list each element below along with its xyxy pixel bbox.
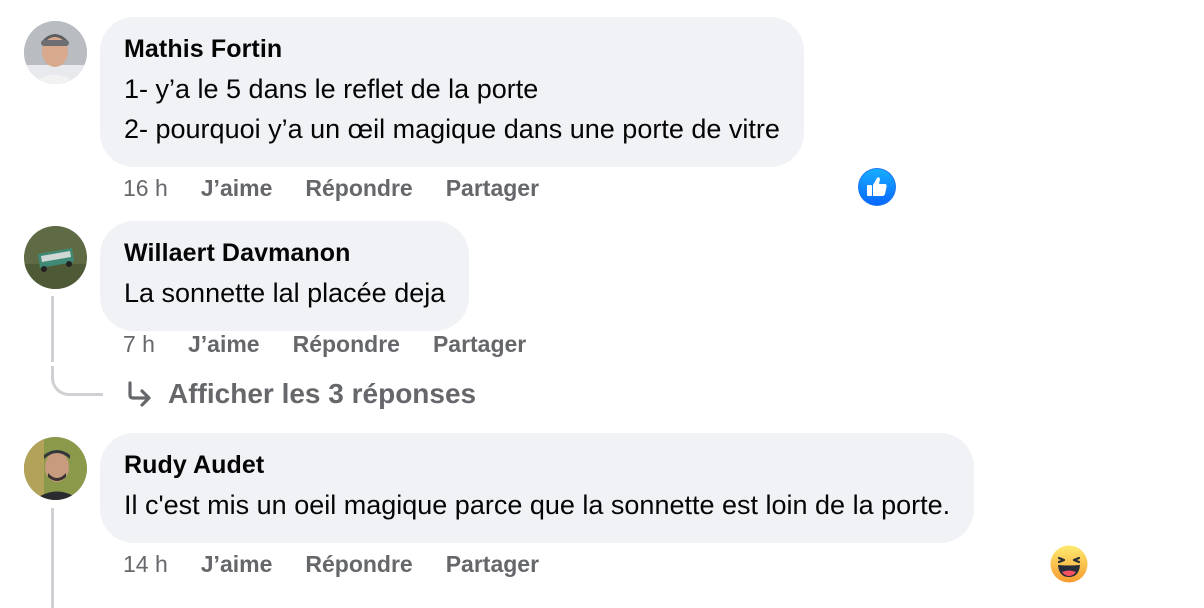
- thread-line: [51, 508, 54, 608]
- like-button[interactable]: J’aime: [188, 331, 260, 358]
- comment-bubble: Mathis Fortin 1- y’a le 5 dans le reflet…: [100, 17, 804, 167]
- thread-line: [51, 296, 54, 362]
- comment-text-line: La sonnette lal placée deja: [124, 278, 446, 308]
- author-name[interactable]: Mathis Fortin: [124, 34, 780, 64]
- avatar[interactable]: [24, 437, 87, 500]
- timestamp[interactable]: 14 h: [123, 551, 168, 578]
- share-button[interactable]: Partager: [446, 175, 539, 202]
- reply-button[interactable]: Répondre: [293, 331, 400, 358]
- comment-bubble: Willaert Davmanon La sonnette lal placée…: [100, 221, 470, 331]
- avatar-image: [24, 226, 87, 289]
- comment-actions: 7 h J’aime Répondre Partager: [123, 327, 559, 361]
- like-button[interactable]: J’aime: [201, 175, 273, 202]
- share-button[interactable]: Partager: [446, 551, 539, 578]
- timestamp[interactable]: 16 h: [123, 175, 168, 202]
- share-button[interactable]: Partager: [433, 331, 526, 358]
- author-name[interactable]: Rudy Audet: [124, 450, 950, 480]
- avatar-image: [24, 437, 87, 500]
- reply-arrow-icon: [128, 381, 151, 407]
- comment-text-line: Il c'est mis un oeil magique parce que l…: [124, 490, 951, 520]
- reply-button[interactable]: Répondre: [305, 175, 412, 202]
- avatar-image: [24, 21, 87, 84]
- view-replies-label[interactable]: Afficher les 3 réponses: [168, 378, 476, 410]
- avatar[interactable]: [24, 21, 87, 84]
- comment-actions: 14 h J’aime Répondre Partager: [123, 547, 572, 581]
- author-name[interactable]: Willaert Davmanon: [124, 238, 445, 268]
- comment-text-line: 1- y’a le 5 dans le reflet de la porte: [124, 74, 539, 104]
- like-icon[interactable]: [858, 168, 896, 206]
- view-replies-link[interactable]: Afficher les 3 réponses: [124, 375, 476, 413]
- comment-actions: 16 h J’aime Répondre Partager: [123, 171, 572, 205]
- reply-button[interactable]: Répondre: [305, 551, 412, 578]
- thread-connector: [51, 366, 103, 396]
- avatar[interactable]: [24, 226, 87, 289]
- haha-icon[interactable]: [1050, 545, 1088, 583]
- comment-text-line: 2- pourquoi y’a un œil magique dans une …: [124, 114, 780, 144]
- like-button[interactable]: J’aime: [201, 551, 273, 578]
- comment-bubble: Rudy Audet Il c'est mis un oeil magique …: [100, 433, 975, 543]
- timestamp[interactable]: 7 h: [123, 331, 155, 358]
